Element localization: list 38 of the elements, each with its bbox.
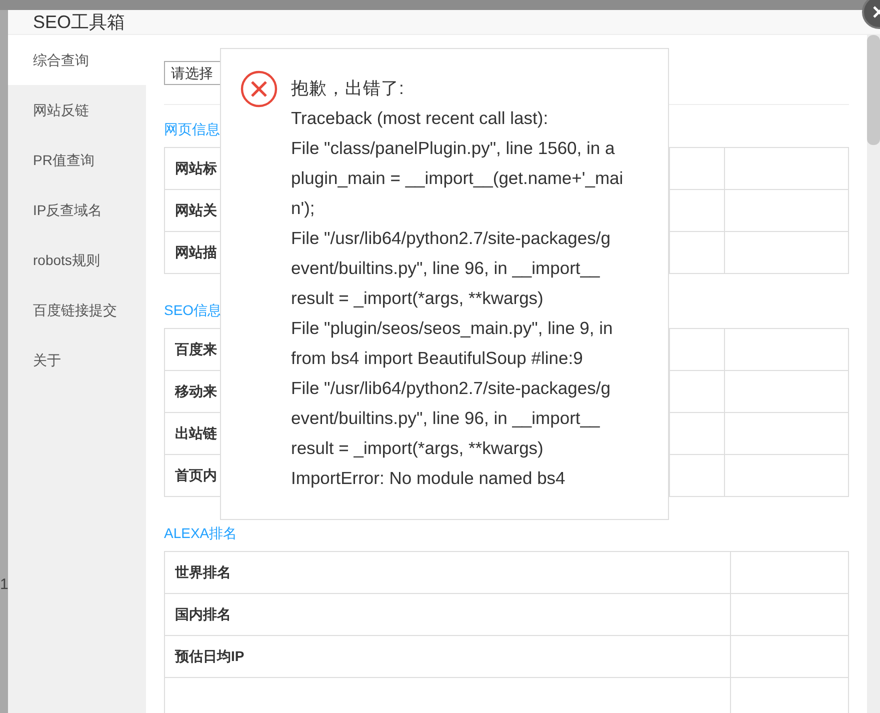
row-label: 百度来 xyxy=(175,340,217,358)
error-message-line: File "/usr/lib64/python2.7/site-packages/g xyxy=(291,227,612,250)
scrollbar-thumb[interactable] xyxy=(867,35,880,145)
error-message-line: result = _import(*args, **kwargs) xyxy=(291,437,544,460)
error-message-line: File "plugin/seos/seos_main.py", line 9, in xyxy=(291,317,614,340)
error-message-line: File "class/panelPlugin.py", line 1560, in a xyxy=(291,137,616,160)
error-message-line: event/builtins.py", line 96, in __import__ xyxy=(291,257,601,280)
sidebar-item[interactable]: 关于 xyxy=(8,335,146,385)
sidebar-item[interactable]: robots规则 xyxy=(8,235,146,285)
error-heading: 抱歉，出错了: xyxy=(291,77,405,100)
error-message-line: ImportError: No module named bs4 xyxy=(291,467,566,490)
row-label: 预估日均IP xyxy=(175,648,244,666)
sidebar-item[interactable]: 百度链接提交 xyxy=(8,285,146,335)
row-label: 网站描 xyxy=(175,244,217,262)
error-message-line: n'); xyxy=(291,197,316,220)
section-title: SEO信息 xyxy=(164,302,222,318)
sidebar-item[interactable]: PR值查询 xyxy=(8,135,146,185)
dialog-title: SEO工具箱 xyxy=(33,11,126,34)
error-message-line: from bs4 import BeautifulSoup #line:9 xyxy=(291,347,584,370)
section-title: ALEXA排名 xyxy=(164,525,238,541)
background-text: 1 xyxy=(0,576,8,593)
row-label: 出站链 xyxy=(175,424,217,442)
row-label: 世界排名 xyxy=(175,564,231,582)
row-label: 首页内 xyxy=(175,466,217,484)
row-label: 网站关 xyxy=(175,202,217,220)
sidebar-item[interactable]: 网站反链 xyxy=(8,85,146,135)
section-title: 网页信息 xyxy=(164,121,220,137)
row-label: 网站标 xyxy=(175,160,217,178)
error-message-line: result = _import(*args, **kwargs) xyxy=(291,287,544,310)
sidebar-item[interactable]: IP反查域名 xyxy=(8,185,146,235)
row-label: 国内排名 xyxy=(175,606,231,624)
error-message-line: plugin_main = __import__(get.name+'_mai xyxy=(291,167,624,190)
sidebar-item[interactable]: 综合查询 xyxy=(8,35,146,85)
error-message-line: Traceback (most recent call last): xyxy=(291,107,550,130)
error-message-line: event/builtins.py", line 96, in __import__ xyxy=(291,407,601,430)
row-label: 移动来 xyxy=(175,382,217,400)
error-icon xyxy=(240,70,278,108)
error-message-line: File "/usr/lib64/python2.7/site-packages/g xyxy=(291,377,612,400)
